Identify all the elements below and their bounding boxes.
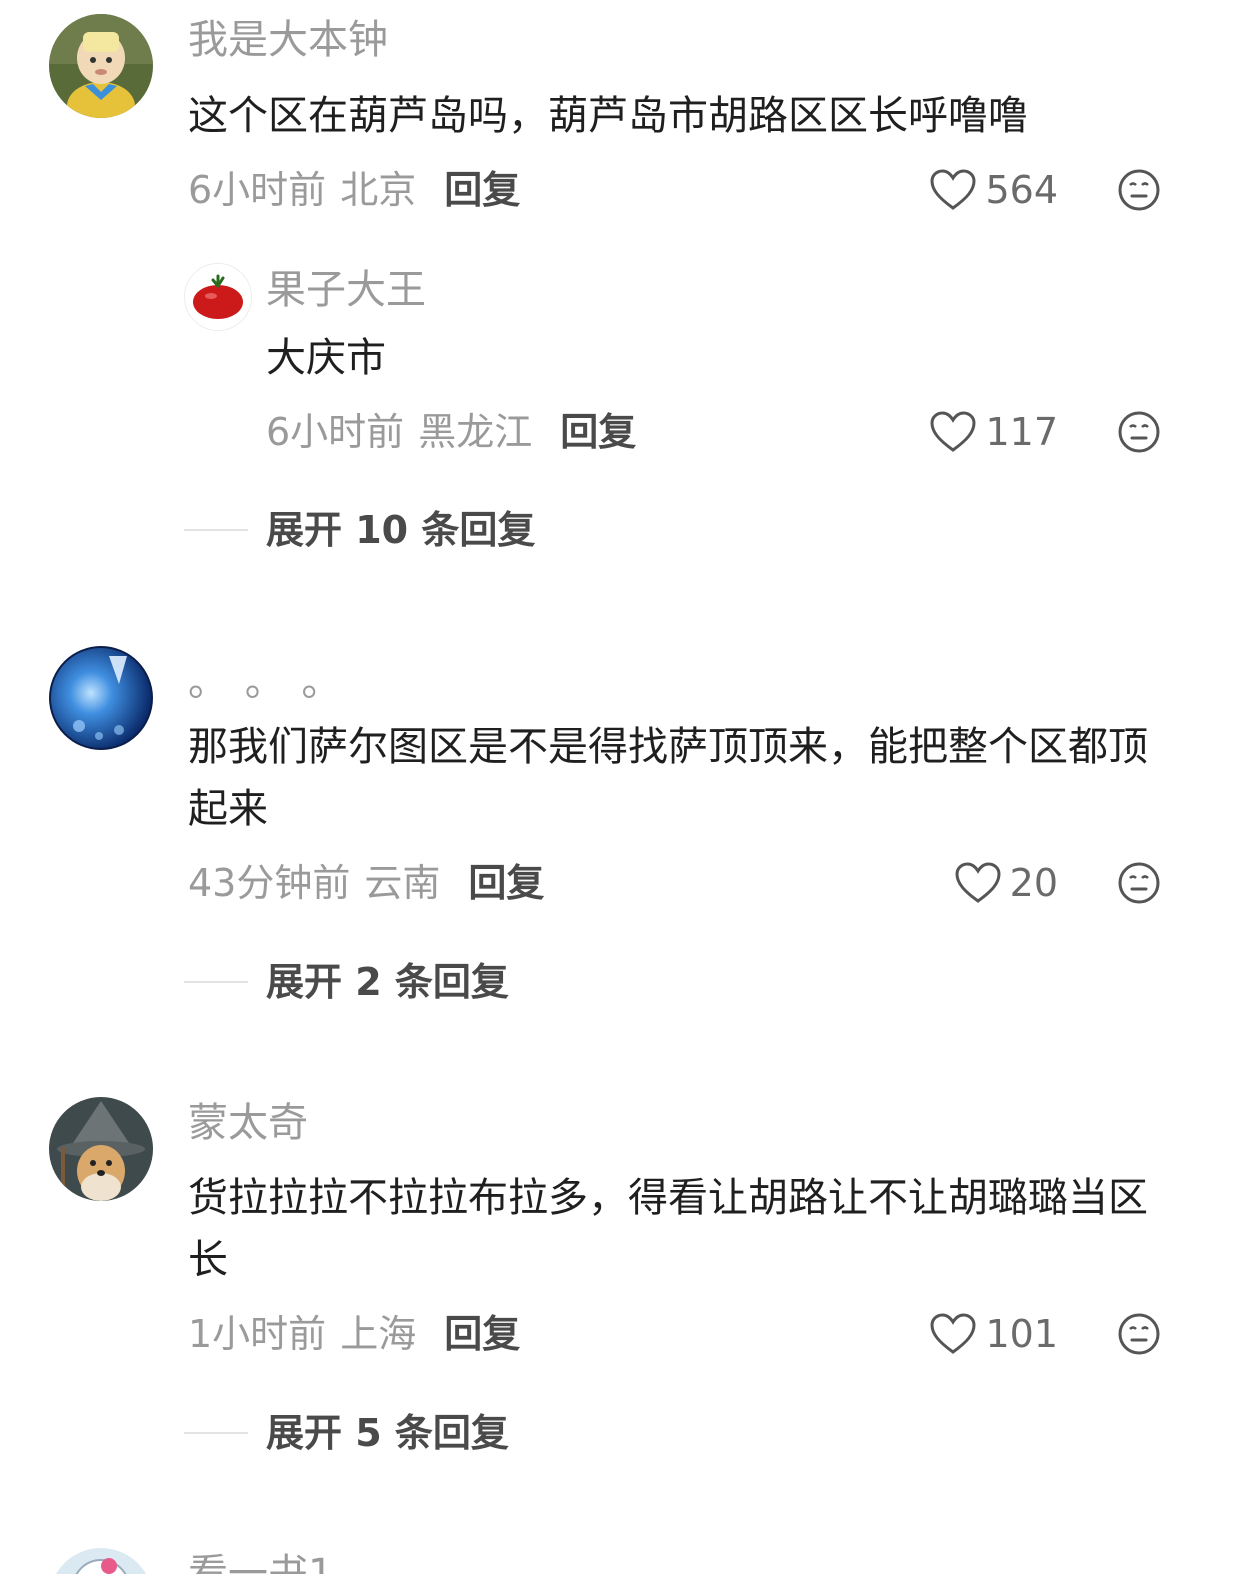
wizard-dog-avatar[interactable] bbox=[49, 1097, 153, 1201]
comment-time: 6小时前 bbox=[188, 168, 327, 212]
expand-replies-button[interactable]: 展开 10 条回复 bbox=[184, 507, 535, 553]
neutral-face-icon[interactable] bbox=[1117, 861, 1161, 905]
like-button[interactable]: 20 bbox=[954, 860, 1058, 906]
like-button[interactable]: 564 bbox=[929, 167, 1058, 213]
comment-username[interactable]: 。 。 。 bbox=[188, 658, 343, 706]
heart-outline-icon bbox=[930, 1313, 976, 1354]
reply-time: 6小时前 bbox=[266, 410, 405, 454]
like-button[interactable]: 101 bbox=[929, 1311, 1058, 1357]
neutral-face-icon[interactable] bbox=[1117, 410, 1161, 454]
like-count: 101 bbox=[985, 1312, 1058, 1356]
like-count: 20 bbox=[1009, 861, 1058, 905]
neutral-face-icon[interactable] bbox=[1117, 168, 1161, 212]
comment-time: 43分钟前 bbox=[188, 861, 351, 905]
comment-meta: 6小时前 北京 回复 bbox=[188, 167, 520, 213]
heart-outline-icon bbox=[930, 169, 976, 210]
comment-text: 这个区在葫芦岛吗，葫芦岛市胡路区区长呼噜噜 bbox=[188, 93, 1028, 139]
comment-text: 那我们萨尔图区是不是得找萨顶顶来，能把整个区都顶起来 bbox=[188, 724, 1148, 832]
comment-meta: 1小时前 上海 回复 bbox=[188, 1311, 520, 1357]
expand-replies-label: 展开 10 条回复 bbox=[266, 508, 536, 552]
expand-replies-button[interactable]: 展开 2 条回复 bbox=[184, 959, 509, 1005]
divider-line bbox=[184, 981, 248, 983]
cartoon-cat-avatar[interactable] bbox=[49, 1548, 153, 1574]
comment-location: 云南 bbox=[364, 861, 441, 905]
heart-outline-icon bbox=[930, 411, 976, 452]
like-count: 117 bbox=[985, 410, 1058, 454]
blue-planet-avatar[interactable] bbox=[49, 646, 153, 750]
reply-location: 黑龙江 bbox=[418, 410, 533, 454]
comment-location: 北京 bbox=[340, 168, 417, 212]
heart-outline-icon bbox=[955, 862, 1001, 903]
comment-username[interactable]: 我是大本钟 bbox=[188, 16, 388, 64]
expand-replies-button[interactable]: 展开 5 条回复 bbox=[184, 1410, 509, 1456]
comment-time: 1小时前 bbox=[188, 1312, 327, 1356]
comment-list: 我是大本钟 这个区在葫芦岛吗，葫芦岛市胡路区区长呼噜噜 6小时前 北京 回复 564 bbox=[0, 0, 1236, 1574]
divider-line bbox=[184, 1432, 248, 1434]
reply-button[interactable]: 回复 bbox=[468, 861, 544, 905]
like-button[interactable]: 117 bbox=[929, 409, 1058, 455]
reply-username[interactable]: 果子大王 bbox=[266, 266, 426, 314]
teletubby-avatar[interactable] bbox=[49, 14, 153, 118]
expand-replies-label: 展开 5 条回复 bbox=[266, 1411, 509, 1455]
comment-text: 货拉拉拉不拉拉布拉多，得看让胡路让不让胡璐璐当区长 bbox=[188, 1175, 1148, 1283]
expand-replies-label: 展开 2 条回复 bbox=[266, 960, 509, 1004]
divider-line bbox=[184, 529, 248, 531]
reply-button[interactable]: 回复 bbox=[560, 410, 636, 454]
reply-button[interactable]: 回复 bbox=[444, 1312, 520, 1356]
tomato-avatar[interactable] bbox=[184, 263, 252, 331]
neutral-face-icon[interactable] bbox=[1117, 1312, 1161, 1356]
reply-text: 大庆市 bbox=[266, 335, 386, 381]
reply-button[interactable]: 回复 bbox=[444, 168, 520, 212]
comment-location: 上海 bbox=[340, 1312, 417, 1356]
comment-username[interactable]: 蒙太奇 bbox=[188, 1099, 308, 1147]
comment-username[interactable]: 看一书1 bbox=[188, 1550, 333, 1574]
reply-meta: 6小时前 黑龙江 回复 bbox=[266, 409, 636, 455]
like-count: 564 bbox=[985, 168, 1058, 212]
comment-meta: 43分钟前 云南 回复 bbox=[188, 860, 544, 906]
